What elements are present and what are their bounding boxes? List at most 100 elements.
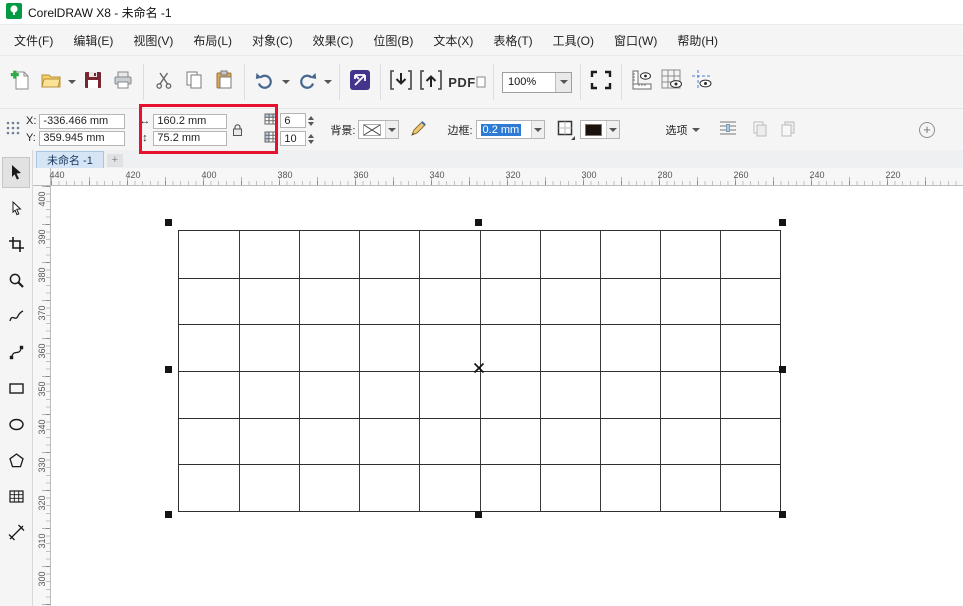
menu-window[interactable]: 窗口(W): [604, 26, 667, 55]
spin-down-icon[interactable]: [308, 121, 315, 129]
background-label: 背景:: [330, 124, 356, 137]
menu-table[interactable]: 表格(T): [483, 26, 542, 55]
show-rulers-button[interactable]: [627, 62, 657, 102]
quick-customize-button[interactable]: +: [919, 121, 935, 138]
selection-handle[interactable]: [475, 511, 482, 518]
canvas[interactable]: [51, 186, 963, 606]
spin-up-icon[interactable]: [308, 113, 315, 120]
columns-spinner[interactable]: [308, 131, 315, 147]
pdf-icon: PDF: [448, 74, 476, 90]
options-label: 选项: [665, 124, 688, 137]
save-button[interactable]: [78, 62, 108, 102]
fullscreen-preview-icon: [589, 69, 613, 96]
menu-object[interactable]: 对象(C): [242, 26, 303, 55]
toolbar-separator: [580, 64, 581, 100]
paste-button[interactable]: [209, 62, 239, 102]
height-field[interactable]: 75.2 mm: [153, 130, 228, 146]
border-selection-button[interactable]: [553, 118, 577, 142]
width-field[interactable]: 160.2 mm: [153, 113, 228, 129]
menu-edit[interactable]: 编辑(E): [63, 26, 123, 55]
border-width-field[interactable]: 0.2 mm: [477, 123, 531, 136]
vertical-ruler[interactable]: 400 390 380 370 360 350 340 330 320 310 300: [33, 186, 51, 606]
background-fill-dropdown[interactable]: [358, 120, 400, 139]
rectangle-tool[interactable]: [2, 373, 30, 404]
menu-file[interactable]: 文件(F): [4, 26, 63, 55]
fullscreen-preview-button[interactable]: [586, 62, 616, 102]
publish-pdf-button[interactable]: PDF: [446, 62, 488, 102]
lock-ratio-button[interactable]: [231, 123, 244, 137]
polygon-tool[interactable]: [2, 445, 30, 476]
tab-untitled-1[interactable]: 未命名 -1: [36, 151, 104, 168]
toolbar-grip[interactable]: [6, 120, 20, 139]
print-button[interactable]: [108, 62, 138, 102]
redo-dropdown-button[interactable]: [322, 62, 334, 102]
ellipse-tool[interactable]: [2, 409, 30, 440]
horizontal-ruler[interactable]: 440 420 400 380 360 340 320 300 280 260 240 220: [49, 168, 963, 186]
selection-center-marker[interactable]: [472, 361, 486, 380]
object-size-group: ↔ 160.2 mm ↕ 75.2 mm: [139, 113, 228, 146]
table-tool[interactable]: [2, 481, 30, 512]
search-content-icon: [348, 68, 372, 97]
menu-text[interactable]: 文本(X): [423, 26, 483, 55]
spin-down-icon[interactable]: [308, 139, 315, 147]
selection-handle[interactable]: [165, 219, 172, 226]
menu-effects[interactable]: 效果(C): [303, 26, 364, 55]
zoom-level-combo[interactable]: 100%: [502, 71, 572, 93]
toolbar-separator: [621, 64, 622, 100]
line-tool[interactable]: [2, 517, 30, 548]
table-columns-field[interactable]: 10: [280, 131, 307, 146]
color-swatch: [581, 123, 606, 136]
main-area: 未命名 -1 + 440 420 400 380 360 340 320 300 280 260 2…: [0, 150, 963, 606]
zoom-level-value[interactable]: 100%: [503, 76, 555, 88]
width-icon: ↔: [139, 115, 151, 127]
chevron-down-icon: [68, 80, 76, 88]
v-ruler-label: 320: [36, 495, 47, 511]
pick-tool[interactable]: [2, 157, 30, 188]
zoom-tool[interactable]: [2, 265, 30, 296]
show-grid-button[interactable]: [657, 62, 687, 102]
redo-button[interactable]: [292, 62, 322, 102]
new-tab-button[interactable]: +: [106, 154, 123, 167]
rows-spinner[interactable]: [308, 113, 315, 129]
menu-layout[interactable]: 布局(L): [183, 26, 242, 55]
undo-dropdown-button[interactable]: [280, 62, 292, 102]
open-button[interactable]: [36, 62, 66, 102]
undo-button[interactable]: [250, 62, 280, 102]
border-color-dropdown[interactable]: [579, 120, 620, 139]
import-button[interactable]: [386, 62, 416, 102]
menu-bitmaps[interactable]: 位图(B): [363, 26, 423, 55]
menu-help[interactable]: 帮助(H): [667, 26, 728, 55]
selection-handle[interactable]: [779, 366, 786, 373]
y-position-field[interactable]: 359.945 mm: [39, 130, 126, 146]
menu-tools[interactable]: 工具(O): [543, 26, 604, 55]
bezier-tool[interactable]: [2, 337, 30, 368]
zoom-level-dropdown[interactable]: [555, 72, 571, 92]
table-options-button[interactable]: 选项: [658, 119, 708, 141]
selection-handle[interactable]: [165, 366, 172, 373]
menu-view[interactable]: 视图(V): [123, 26, 183, 55]
selection-handle[interactable]: [165, 511, 172, 518]
copy-button[interactable]: [179, 62, 209, 102]
table-rows-field[interactable]: 6: [280, 113, 307, 128]
new-document-icon: [10, 69, 32, 96]
title-bar: CorelDRAW X8 - 未命名 -1: [0, 0, 963, 24]
edit-fill-button[interactable]: [407, 118, 431, 142]
ruler-origin-corner[interactable]: [33, 168, 51, 186]
freehand-tool[interactable]: [2, 301, 30, 332]
show-guidelines-button[interactable]: [687, 62, 717, 102]
cut-button[interactable]: [149, 62, 179, 102]
export-button[interactable]: [416, 62, 446, 102]
selection-handle[interactable]: [475, 219, 482, 226]
text-wrap-button[interactable]: [716, 118, 740, 142]
search-content-button[interactable]: [345, 62, 375, 102]
new-document-button[interactable]: [6, 62, 36, 102]
spin-up-icon[interactable]: [308, 131, 315, 138]
open-dropdown-button[interactable]: [66, 62, 78, 102]
shape-tool[interactable]: [2, 193, 30, 224]
selection-handle[interactable]: [779, 511, 786, 518]
crop-tool[interactable]: [2, 229, 30, 260]
selection-handle[interactable]: [779, 219, 786, 226]
border-width-combo[interactable]: 0.2 mm: [475, 120, 545, 139]
v-ruler-label: 350: [36, 381, 47, 397]
x-position-field[interactable]: -336.466 mm: [39, 113, 126, 129]
